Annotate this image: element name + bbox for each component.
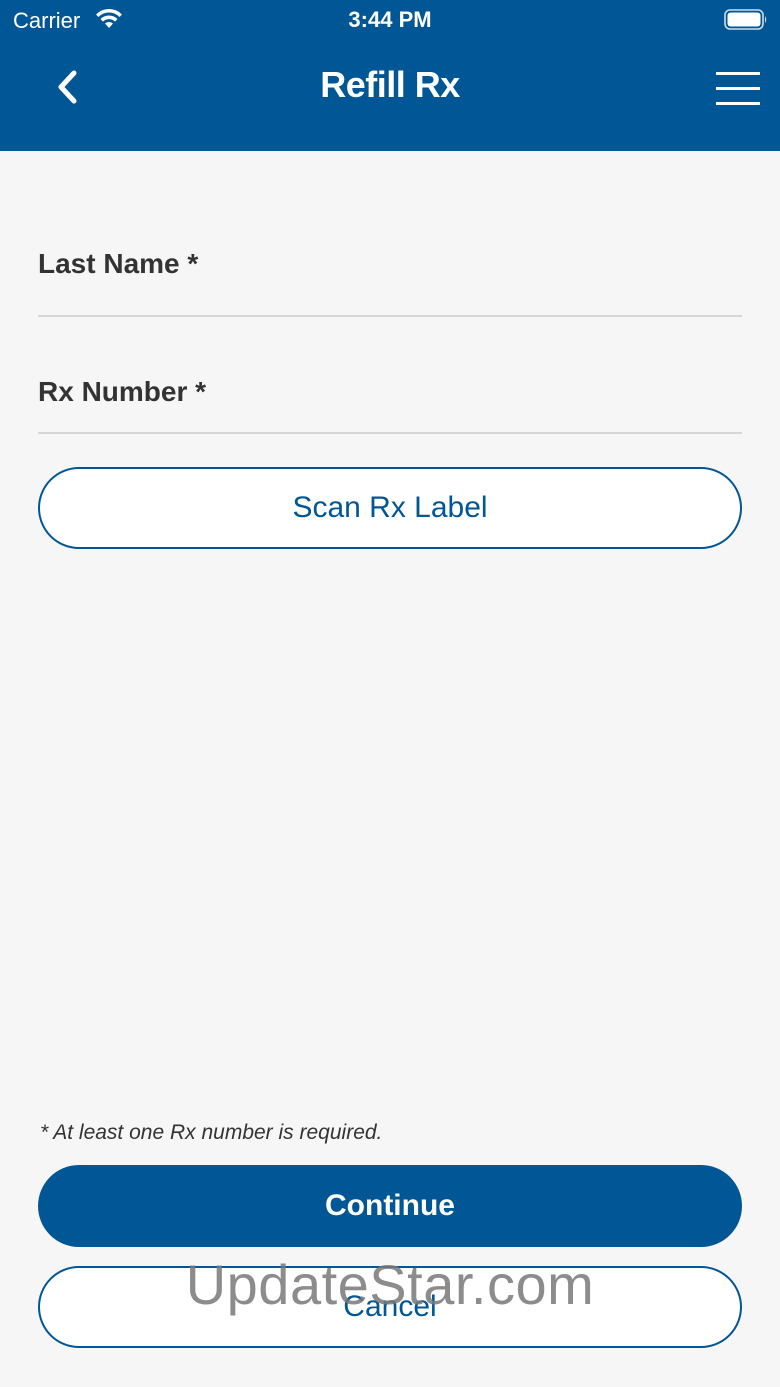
battery-icon [724,9,767,30]
required-note: * At least one Rx number is required. [40,1121,383,1144]
app-header: Carrier 3:44 PM Refill Rx [0,0,780,151]
last-name-field[interactable]: Last Name * [38,230,742,317]
status-bar: Carrier 3:44 PM [0,0,780,40]
cancel-button[interactable]: Cancel [38,1266,742,1348]
rx-number-input[interactable] [38,360,742,432]
last-name-input[interactable] [38,230,742,315]
page-title: Refill Rx [320,64,460,105]
status-time: 3:44 PM [348,7,432,32]
hamburger-menu-icon[interactable] [710,66,766,110]
scan-rx-label-button[interactable]: Scan Rx Label [38,467,742,549]
rx-number-field[interactable]: Rx Number * [38,360,742,434]
continue-button[interactable]: Continue [38,1165,742,1247]
